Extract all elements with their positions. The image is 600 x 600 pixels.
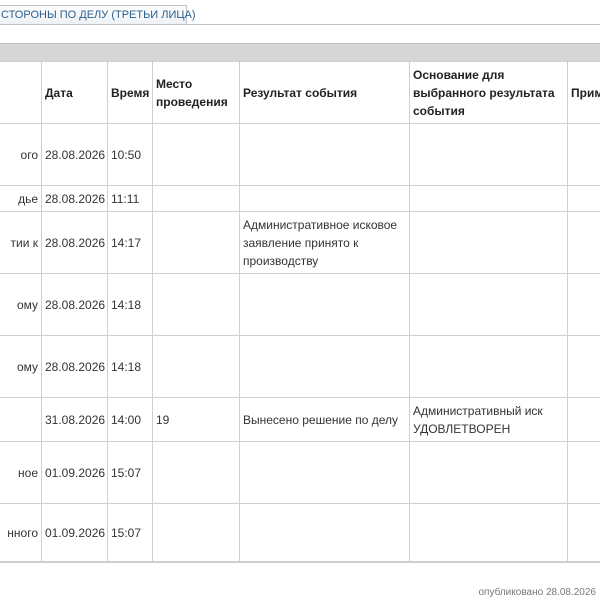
cell-place — [152, 273, 240, 336]
cell-time: 15:07 — [107, 503, 153, 562]
table-row: нного 01.09.2026 15:07 — [0, 503, 600, 562]
cell-result: Административное исковое заявление приня… — [239, 211, 410, 274]
cell-time: 10:50 — [107, 123, 153, 186]
cell-date: 28.08.2026 — [41, 335, 108, 398]
cell-place: 19 — [152, 397, 240, 442]
col-header-event-name — [0, 61, 42, 124]
case-events-table: Дата Время Место проведения Результат со… — [0, 61, 600, 562]
cell-time: 14:17 — [107, 211, 153, 274]
cell-time: 14:00 — [107, 397, 153, 442]
cell-date: 01.09.2026 — [41, 503, 108, 562]
col-header-time: Время — [107, 61, 153, 124]
cell-note — [567, 335, 600, 398]
section-header-bar — [0, 43, 600, 62]
cell-event-name: ное — [0, 441, 42, 504]
table-row: ому 28.08.2026 14:18 — [0, 335, 600, 398]
cell-result — [239, 273, 410, 336]
cell-event-name — [0, 397, 42, 442]
cell-time: 11:11 — [107, 185, 153, 212]
cell-result — [239, 123, 410, 186]
cell-result — [239, 441, 410, 504]
table-row: ого 28.08.2026 10:50 — [0, 123, 600, 186]
cell-place — [152, 185, 240, 212]
cell-place — [152, 503, 240, 562]
col-header-basis: Основание для выбранного результата собы… — [409, 61, 568, 124]
cell-note — [567, 273, 600, 336]
cell-place — [152, 211, 240, 274]
cell-basis: Административный иск УДОВЛЕТВОРЕН — [409, 397, 568, 442]
cell-date: 01.09.2026 — [41, 441, 108, 504]
cell-basis — [409, 441, 568, 504]
cell-result — [239, 185, 410, 212]
cell-event-name: дье — [0, 185, 42, 212]
table-header-row: Дата Время Место проведения Результат со… — [0, 61, 600, 124]
cell-note — [567, 123, 600, 186]
table-bottom-divider — [0, 562, 600, 563]
cell-result: Вынесено решение по делу — [239, 397, 410, 442]
cell-basis — [409, 123, 568, 186]
cell-event-name: ому — [0, 335, 42, 398]
cell-note — [567, 503, 600, 562]
cell-place — [152, 441, 240, 504]
published-date: опубликовано 28.08.2026 — [478, 587, 596, 598]
cell-date: 31.08.2026 — [41, 397, 108, 442]
cell-date: 28.08.2026 — [41, 273, 108, 336]
cell-event-name: ого — [0, 123, 42, 186]
cell-time: 14:18 — [107, 335, 153, 398]
cell-date: 28.08.2026 — [41, 211, 108, 274]
cell-note — [567, 441, 600, 504]
table-row: тии к 28.08.2026 14:17 Административное … — [0, 211, 600, 274]
cell-time: 14:18 — [107, 273, 153, 336]
cell-note — [567, 397, 600, 442]
col-header-date: Дата — [41, 61, 108, 124]
col-header-note: Прим — [567, 61, 600, 124]
cell-event-name: ому — [0, 273, 42, 336]
cell-event-name: нного — [0, 503, 42, 562]
table-row: ное 01.09.2026 15:07 — [0, 441, 600, 504]
cell-basis — [409, 503, 568, 562]
cell-result — [239, 503, 410, 562]
cell-note — [567, 185, 600, 212]
col-header-place: Место проведения — [152, 61, 240, 124]
cell-basis — [409, 211, 568, 274]
cell-basis — [409, 185, 568, 212]
cell-date: 28.08.2026 — [41, 123, 108, 186]
cell-basis — [409, 335, 568, 398]
cell-time: 15:07 — [107, 441, 153, 504]
cell-place — [152, 335, 240, 398]
table-row: 31.08.2026 14:00 19 Вынесено решение по … — [0, 397, 600, 442]
cell-basis — [409, 273, 568, 336]
tab-parties-third-persons[interactable]: СТОРОНЫ ПО ДЕЛУ (ТРЕТЬИ ЛИЦА) — [0, 5, 196, 24]
tab-underline — [0, 24, 600, 25]
cell-note — [567, 211, 600, 274]
table-row: ому 28.08.2026 14:18 — [0, 273, 600, 336]
table-row: дье 28.08.2026 11:11 — [0, 185, 600, 212]
cell-event-name: тии к — [0, 211, 42, 274]
col-header-result: Результат события — [239, 61, 410, 124]
cell-place — [152, 123, 240, 186]
cell-date: 28.08.2026 — [41, 185, 108, 212]
cell-result — [239, 335, 410, 398]
